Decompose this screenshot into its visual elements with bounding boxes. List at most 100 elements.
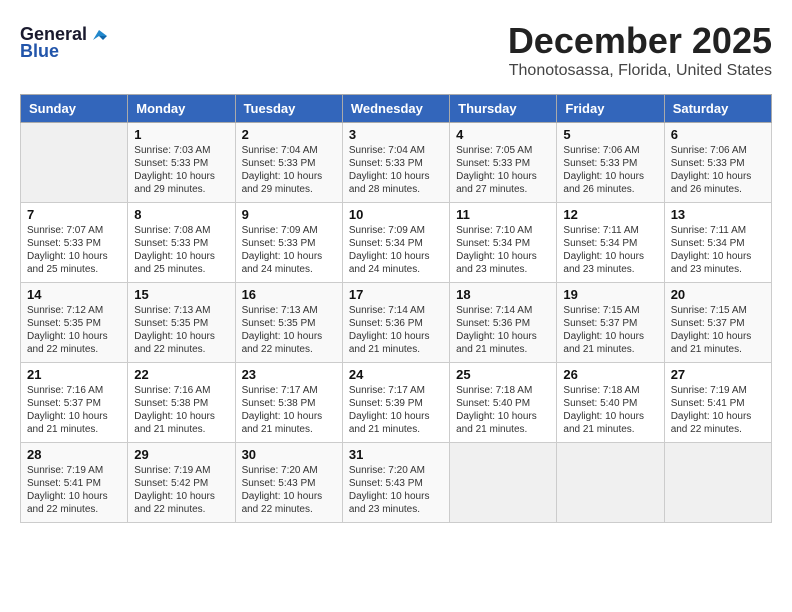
day-number: 30 (242, 447, 336, 462)
day-info-line: Sunset: 5:41 PM (671, 397, 765, 410)
day-info-line: and 22 minutes. (671, 423, 765, 436)
day-info-line: Daylight: 10 hours (134, 410, 228, 423)
day-info-line: and 24 minutes. (242, 263, 336, 276)
day-info-line: Sunset: 5:38 PM (242, 397, 336, 410)
day-info-line: and 22 minutes. (134, 343, 228, 356)
calendar-day-cell (450, 443, 557, 523)
day-info-line: Daylight: 10 hours (27, 410, 121, 423)
day-info-line: Daylight: 10 hours (349, 490, 443, 503)
day-info-line: Daylight: 10 hours (134, 490, 228, 503)
day-info-line: and 21 minutes. (27, 423, 121, 436)
day-of-week-header: Thursday (450, 95, 557, 123)
day-info-line: Sunset: 5:38 PM (134, 397, 228, 410)
day-info-line: Sunrise: 7:18 AM (456, 384, 550, 397)
calendar-day-cell: 10Sunrise: 7:09 AMSunset: 5:34 PMDayligh… (342, 203, 449, 283)
day-info-line: Daylight: 10 hours (563, 250, 657, 263)
day-number: 7 (27, 207, 121, 222)
day-info-line: Sunrise: 7:16 AM (134, 384, 228, 397)
day-info-line: Sunrise: 7:11 AM (671, 224, 765, 237)
day-info-line: and 23 minutes. (349, 503, 443, 516)
day-info-line: Sunset: 5:43 PM (349, 477, 443, 490)
day-of-week-header: Friday (557, 95, 664, 123)
day-info-line: Daylight: 10 hours (27, 330, 121, 343)
day-info-line: Sunrise: 7:08 AM (134, 224, 228, 237)
calendar-day-cell: 6Sunrise: 7:06 AMSunset: 5:33 PMDaylight… (664, 123, 771, 203)
day-info-line: Daylight: 10 hours (456, 170, 550, 183)
day-info-line: Sunrise: 7:18 AM (563, 384, 657, 397)
day-number: 1 (134, 127, 228, 142)
calendar-table: SundayMondayTuesdayWednesdayThursdayFrid… (20, 94, 772, 523)
day-info-line: Sunset: 5:34 PM (563, 237, 657, 250)
day-info-line: Daylight: 10 hours (349, 250, 443, 263)
day-info-line: and 21 minutes. (349, 423, 443, 436)
calendar-header: December 2025 Thonotosassa, Florida, Uni… (20, 20, 772, 80)
day-info-line: and 26 minutes. (563, 183, 657, 196)
day-info-line: Sunrise: 7:13 AM (134, 304, 228, 317)
day-info-line: Sunrise: 7:14 AM (349, 304, 443, 317)
calendar-day-cell: 4Sunrise: 7:05 AMSunset: 5:33 PMDaylight… (450, 123, 557, 203)
day-number: 20 (671, 287, 765, 302)
day-info-line: and 24 minutes. (349, 263, 443, 276)
calendar-day-cell (557, 443, 664, 523)
day-info-line: Sunrise: 7:13 AM (242, 304, 336, 317)
day-info-line: Sunrise: 7:07 AM (27, 224, 121, 237)
calendar-day-cell: 30Sunrise: 7:20 AMSunset: 5:43 PMDayligh… (235, 443, 342, 523)
calendar-day-cell: 12Sunrise: 7:11 AMSunset: 5:34 PMDayligh… (557, 203, 664, 283)
day-number: 21 (27, 367, 121, 382)
day-number: 18 (456, 287, 550, 302)
day-number: 8 (134, 207, 228, 222)
day-number: 5 (563, 127, 657, 142)
day-info-line: Daylight: 10 hours (563, 170, 657, 183)
day-number: 22 (134, 367, 228, 382)
calendar-day-cell: 17Sunrise: 7:14 AMSunset: 5:36 PMDayligh… (342, 283, 449, 363)
day-info-line: and 22 minutes. (242, 503, 336, 516)
day-info-line: Sunset: 5:36 PM (349, 317, 443, 330)
day-info-line: and 21 minutes. (671, 343, 765, 356)
day-number: 19 (563, 287, 657, 302)
day-number: 24 (349, 367, 443, 382)
day-info-line: Sunrise: 7:19 AM (671, 384, 765, 397)
calendar-day-cell: 21Sunrise: 7:16 AMSunset: 5:37 PMDayligh… (21, 363, 128, 443)
calendar-day-cell: 2Sunrise: 7:04 AMSunset: 5:33 PMDaylight… (235, 123, 342, 203)
day-info-line: Sunset: 5:35 PM (27, 317, 121, 330)
day-info-line: Daylight: 10 hours (27, 250, 121, 263)
day-number: 9 (242, 207, 336, 222)
day-info-line: Sunset: 5:37 PM (671, 317, 765, 330)
day-of-week-header: Sunday (21, 95, 128, 123)
day-info-line: and 22 minutes. (27, 503, 121, 516)
day-info-line: Sunrise: 7:09 AM (349, 224, 443, 237)
day-info-line: and 25 minutes. (134, 263, 228, 276)
day-number: 3 (349, 127, 443, 142)
day-info-line: Sunrise: 7:17 AM (242, 384, 336, 397)
day-info-line: Daylight: 10 hours (349, 410, 443, 423)
calendar-header-row: SundayMondayTuesdayWednesdayThursdayFrid… (21, 95, 772, 123)
day-info-line: and 21 minutes. (456, 423, 550, 436)
day-info-line: and 21 minutes. (563, 423, 657, 436)
day-info-line: Sunrise: 7:09 AM (242, 224, 336, 237)
day-info-line: Sunset: 5:33 PM (134, 237, 228, 250)
calendar-day-cell: 31Sunrise: 7:20 AMSunset: 5:43 PMDayligh… (342, 443, 449, 523)
calendar-subtitle: Thonotosassa, Florida, United States (20, 62, 772, 80)
day-info-line: Sunrise: 7:10 AM (456, 224, 550, 237)
day-info-line: Sunrise: 7:06 AM (671, 144, 765, 157)
day-info-line: Sunset: 5:42 PM (134, 477, 228, 490)
day-number: 23 (242, 367, 336, 382)
calendar-day-cell: 9Sunrise: 7:09 AMSunset: 5:33 PMDaylight… (235, 203, 342, 283)
day-info-line: Sunset: 5:37 PM (27, 397, 121, 410)
calendar-day-cell: 25Sunrise: 7:18 AMSunset: 5:40 PMDayligh… (450, 363, 557, 443)
day-number: 16 (242, 287, 336, 302)
day-info-line: and 23 minutes. (456, 263, 550, 276)
day-number: 10 (349, 207, 443, 222)
day-number: 13 (671, 207, 765, 222)
calendar-day-cell: 1Sunrise: 7:03 AMSunset: 5:33 PMDaylight… (128, 123, 235, 203)
day-info-line: Sunrise: 7:12 AM (27, 304, 121, 317)
day-info-line: Sunset: 5:35 PM (134, 317, 228, 330)
day-info-line: Daylight: 10 hours (134, 170, 228, 183)
day-info-line: Daylight: 10 hours (671, 250, 765, 263)
calendar-title: December 2025 (20, 20, 772, 62)
day-info-line: Daylight: 10 hours (242, 170, 336, 183)
day-info-line: Sunset: 5:33 PM (134, 157, 228, 170)
calendar-week-row: 1Sunrise: 7:03 AMSunset: 5:33 PMDaylight… (21, 123, 772, 203)
calendar-day-cell: 27Sunrise: 7:19 AMSunset: 5:41 PMDayligh… (664, 363, 771, 443)
day-info-line: Sunrise: 7:11 AM (563, 224, 657, 237)
